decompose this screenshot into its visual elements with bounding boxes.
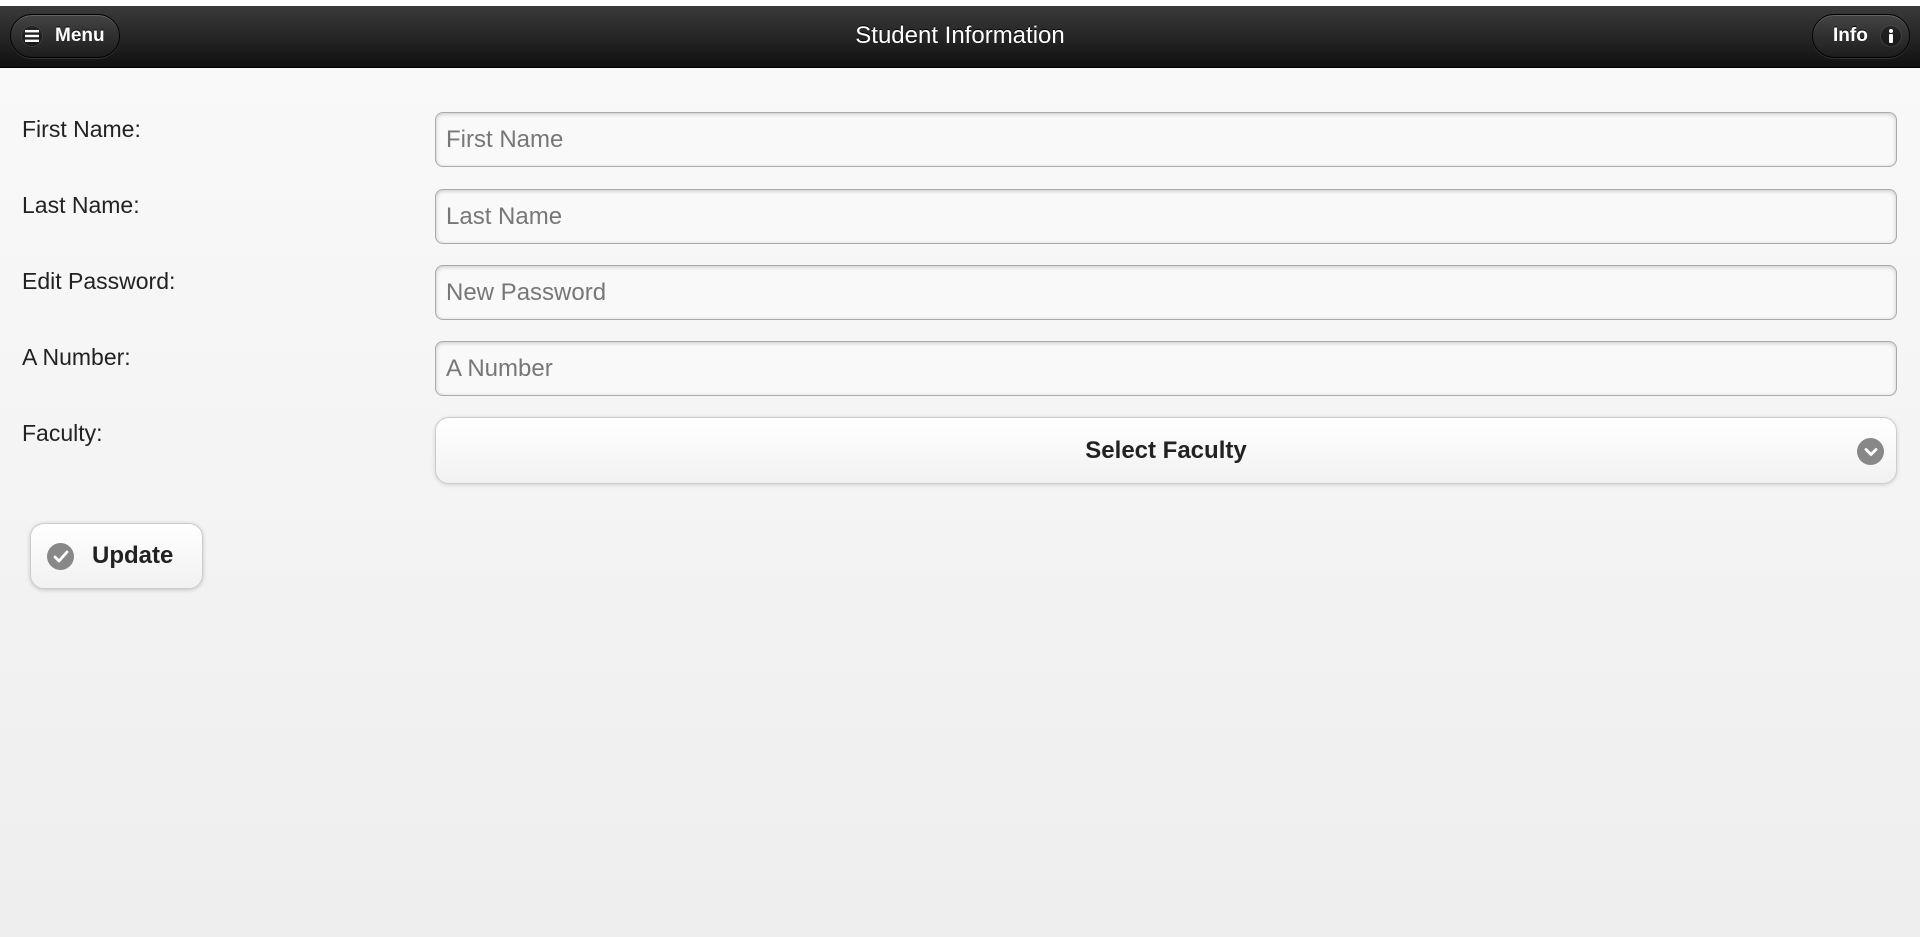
new-password-input[interactable] bbox=[435, 265, 1897, 320]
edit-password-label: Edit Password: bbox=[22, 268, 176, 294]
update-button-label: Update bbox=[92, 542, 174, 569]
first-name-input[interactable] bbox=[435, 112, 1897, 167]
check-icon bbox=[47, 542, 74, 570]
faculty-label: Faculty: bbox=[22, 420, 103, 446]
faculty-select[interactable]: Select Faculty bbox=[435, 417, 1897, 484]
chevron-down-icon bbox=[1857, 438, 1884, 465]
last-name-input[interactable] bbox=[435, 189, 1897, 244]
update-button[interactable]: Update bbox=[30, 523, 203, 589]
a-number-input[interactable] bbox=[435, 341, 1897, 396]
page-title: Student Information bbox=[855, 22, 1065, 49]
info-icon bbox=[1879, 25, 1902, 47]
first-name-label: First Name: bbox=[22, 116, 141, 142]
a-number-label: A Number: bbox=[22, 344, 131, 370]
content-area: First Name: Last Name: Edit Password: A … bbox=[0, 68, 1920, 937]
info-button[interactable]: Info bbox=[1812, 14, 1910, 58]
faculty-select-value: Select Faculty bbox=[1085, 436, 1247, 464]
info-button-label: Info bbox=[1833, 25, 1868, 46]
last-name-label: Last Name: bbox=[22, 192, 140, 218]
header-bar: Menu Student Information Info bbox=[0, 6, 1920, 68]
